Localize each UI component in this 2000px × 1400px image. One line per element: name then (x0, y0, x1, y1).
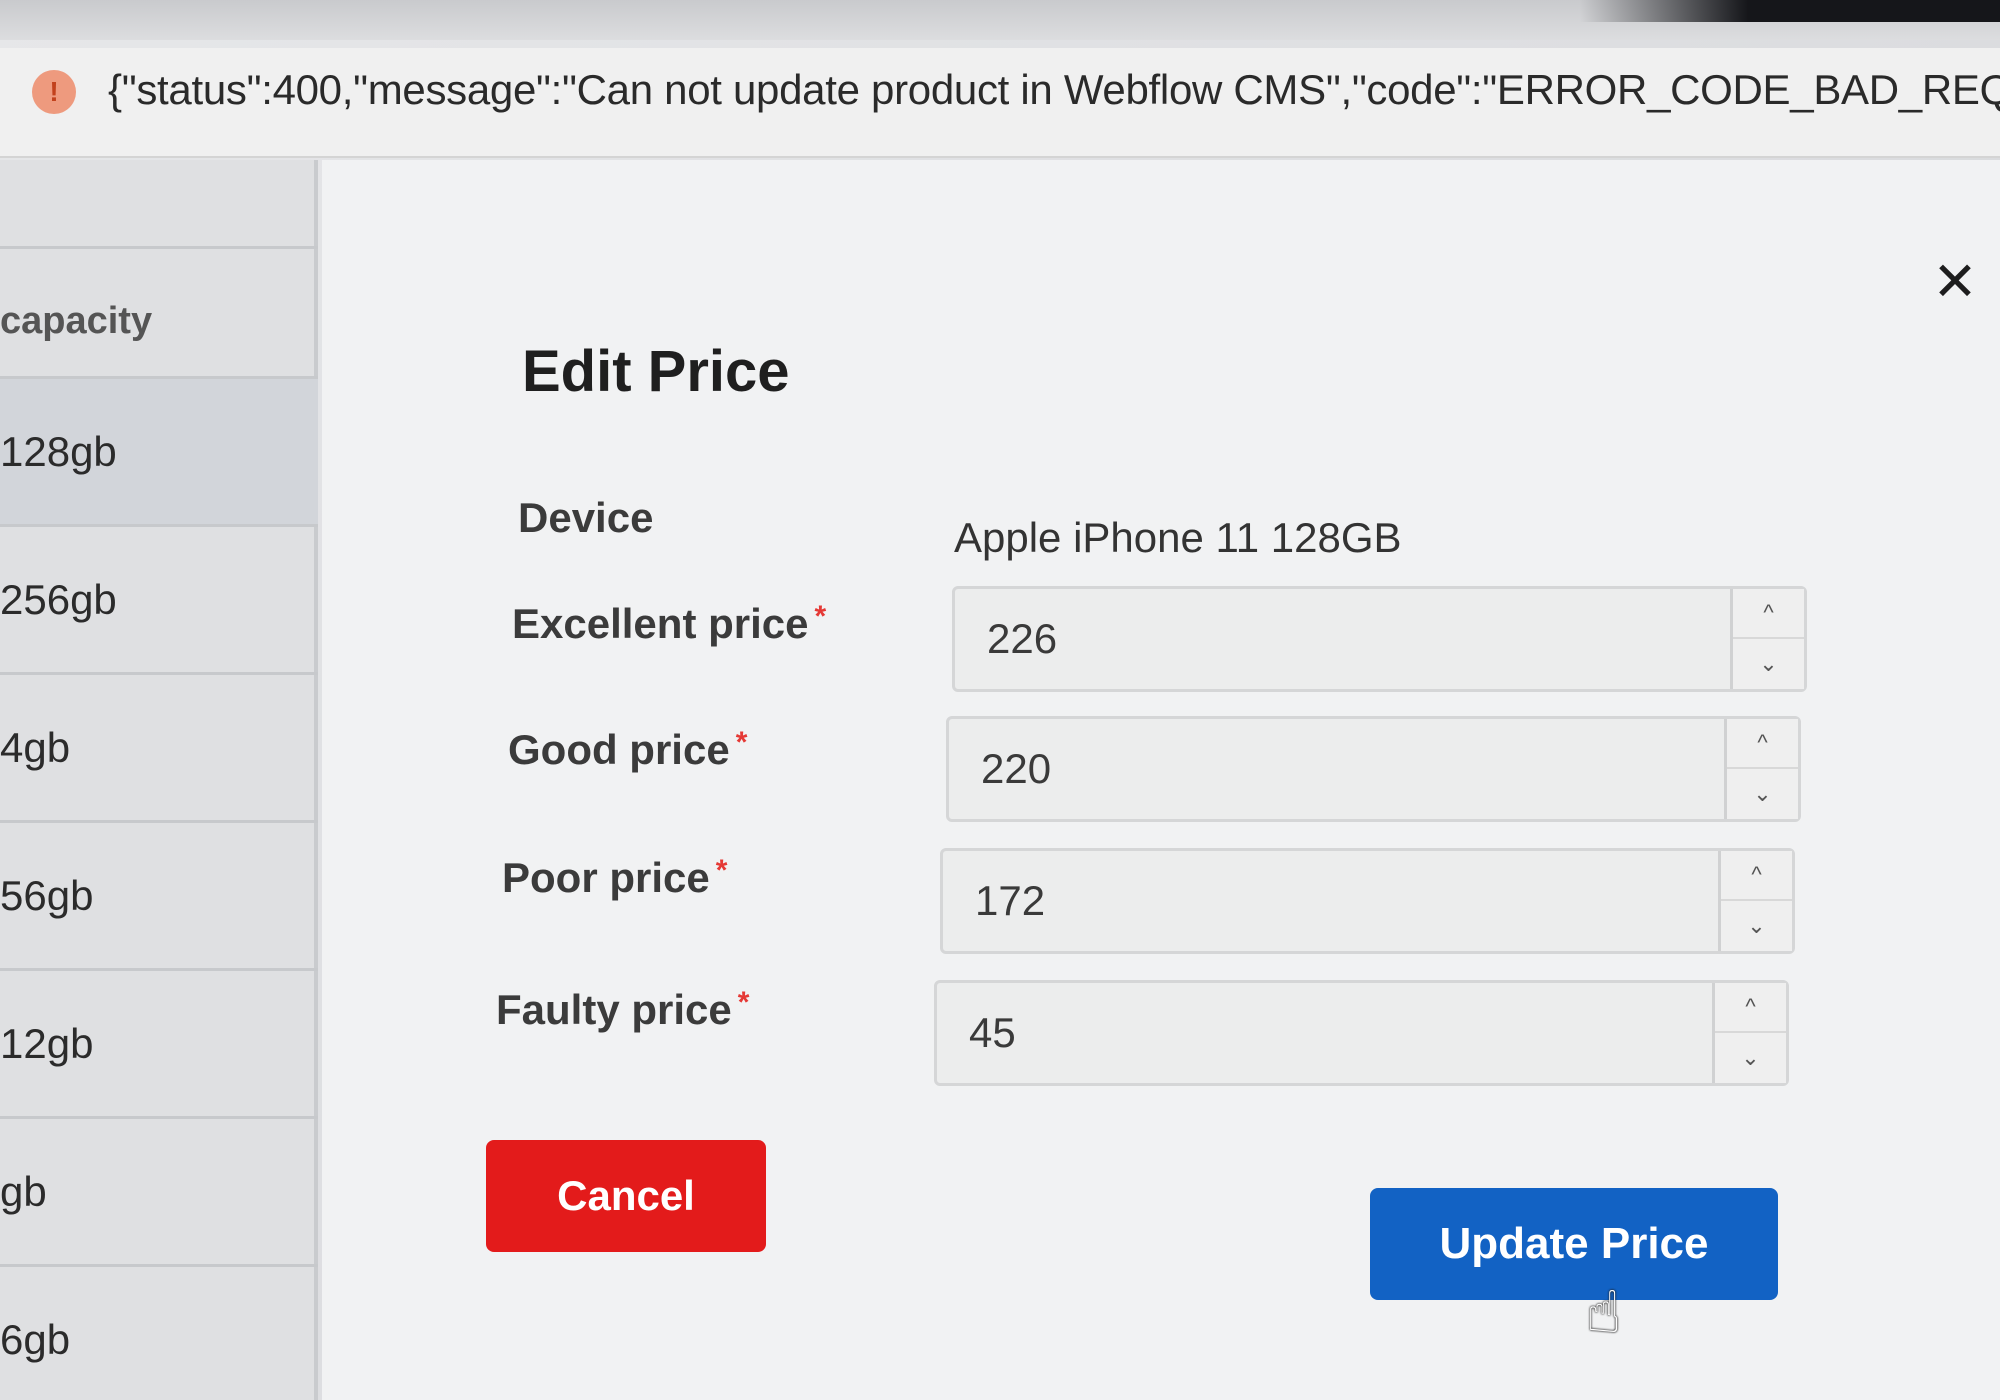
warning-icon: ! (32, 70, 76, 114)
screen: ! {"status":400,"message":"Can not updat… (0, 0, 2000, 1400)
excellent-price-value: 226 (987, 615, 1058, 662)
table-row[interactable]: 12gb (0, 968, 318, 1116)
poor-price-label: Poor price * (502, 854, 727, 902)
capacity-column-header[interactable]: capacity (0, 246, 318, 394)
faulty-price-input[interactable]: 45 ^ ⌄ (934, 980, 1789, 1086)
chevron-up-icon[interactable]: ^ (1727, 719, 1798, 769)
edit-price-dialog: ✕ Edit Price Device Apple iPhone 11 128G… (322, 160, 2000, 1400)
poor-price-spinner: ^ ⌄ (1718, 851, 1792, 951)
table-row[interactable]: 128gb (0, 376, 318, 524)
chevron-up-icon[interactable]: ^ (1715, 983, 1786, 1033)
table-row[interactable]: 256gb (0, 524, 318, 672)
faulty-price-label: Faulty price * (496, 986, 749, 1034)
required-asterisk: * (814, 600, 827, 633)
good-price-spinner: ^ ⌄ (1724, 719, 1798, 819)
good-price-input[interactable]: 220 ^ ⌄ (946, 716, 1801, 822)
poor-price-label-text: Poor price (502, 854, 710, 901)
faulty-price-spinner: ^ ⌄ (1712, 983, 1786, 1083)
excellent-price-label-text: Excellent price (512, 600, 809, 647)
dialog-title: Edit Price (522, 339, 790, 404)
poor-price-input[interactable]: 172 ^ ⌄ (940, 848, 1795, 954)
capacity-header-label: capacity (0, 300, 153, 342)
table-cell: gb (0, 1167, 47, 1215)
hand-pointer-icon: ☝ (1586, 1280, 1622, 1345)
update-price-button[interactable]: Update Price (1370, 1188, 1778, 1300)
error-message: {"status":400,"message":"Can not update … (108, 66, 2000, 113)
table-row[interactable]: gb (0, 1116, 318, 1264)
cancel-button[interactable]: Cancel (486, 1140, 766, 1252)
table-cell: 56gb (0, 871, 94, 919)
chevron-down-icon[interactable]: ⌄ (1721, 901, 1792, 951)
dark-corner (1580, 0, 2000, 22)
excellent-price-label: Excellent price * (512, 600, 826, 648)
good-price-label: Good price * (508, 726, 747, 774)
chevron-down-icon[interactable]: ⌄ (1715, 1033, 1786, 1083)
excellent-price-input[interactable]: 226 ^ ⌄ (952, 586, 1807, 692)
device-label: Device (518, 494, 654, 541)
required-asterisk: * (737, 986, 750, 1019)
faulty-price-label-text: Faulty price (496, 986, 732, 1033)
required-asterisk: * (715, 854, 728, 887)
table-cell: 4gb (0, 723, 71, 771)
poor-price-value: 172 (975, 877, 1046, 924)
excellent-price-spinner: ^ ⌄ (1730, 589, 1804, 689)
required-asterisk: * (735, 726, 748, 759)
chevron-down-icon[interactable]: ⌄ (1733, 639, 1804, 689)
table-cell: 12gb (0, 1019, 94, 1067)
capacity-table-column: capacity 128gb 256gb 4gb 56gb 12gb gb 6g… (0, 160, 318, 1400)
table-row[interactable]: 6gb (0, 1264, 318, 1400)
chevron-down-icon[interactable]: ⌄ (1727, 769, 1798, 819)
chevron-up-icon[interactable]: ^ (1721, 851, 1792, 901)
chevron-up-icon[interactable]: ^ (1733, 589, 1804, 639)
good-price-label-text: Good price (508, 726, 730, 773)
table-row[interactable]: 4gb (0, 672, 318, 820)
faulty-price-value: 45 (969, 1009, 1016, 1056)
table-cell: 6gb (0, 1315, 71, 1363)
browser-top-strip (0, 0, 2000, 40)
table-row[interactable]: 56gb (0, 820, 318, 968)
table-cell: 128gb (0, 427, 117, 475)
device-value: Apple iPhone 11 128GB (954, 514, 1402, 561)
error-toast: ! {"status":400,"message":"Can not updat… (0, 48, 2000, 158)
close-icon[interactable]: ✕ (1930, 252, 1980, 312)
good-price-value: 220 (981, 745, 1052, 792)
table-cell: 256gb (0, 575, 117, 623)
